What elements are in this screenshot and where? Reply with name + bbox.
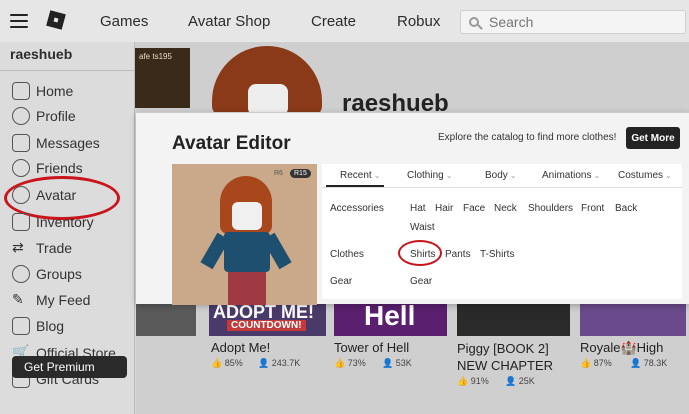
avatar-editor-title: Avatar Editor bbox=[172, 133, 291, 154]
blog-icon bbox=[12, 317, 30, 335]
chevron-down-icon: ⌄ bbox=[593, 171, 601, 180]
get-premium-button[interactable]: Get Premium bbox=[12, 356, 127, 378]
sidebar-username[interactable]: raeshueb bbox=[10, 46, 72, 62]
subcategory-gear[interactable]: Gear bbox=[410, 276, 432, 287]
avatar-torso bbox=[224, 232, 270, 272]
sidebar-item-blog[interactable]: Blog bbox=[12, 315, 64, 337]
tab-costumes[interactable]: Costumes ⌄ bbox=[618, 170, 672, 181]
sidebar-item-label: Inventory bbox=[36, 214, 94, 230]
sidebar-item-label: Profile bbox=[36, 108, 76, 124]
game-title[interactable]: Piggy [BOOK 2] NEW CHAPTER bbox=[457, 340, 575, 374]
game-title[interactable]: Royale🏰High bbox=[580, 340, 663, 356]
tab-recent[interactable]: Recent ⌄ bbox=[340, 170, 380, 181]
sidebar-item-trade[interactable]: ⇄ Trade bbox=[12, 237, 72, 259]
explore-catalog-text: Explore the catalog to find more clothes… bbox=[438, 132, 617, 143]
sidebar-item-label: Groups bbox=[36, 266, 82, 282]
profile-game-card[interactable]: afe ts195 bbox=[135, 48, 190, 108]
tab-divider bbox=[322, 187, 682, 188]
subcategory-pants[interactable]: Pants bbox=[445, 249, 471, 260]
sidebar-item-label: Avatar bbox=[36, 187, 77, 203]
nav-create[interactable]: Create bbox=[311, 13, 356, 30]
subcategory-front[interactable]: Front bbox=[581, 203, 604, 214]
category-clothes: Clothes bbox=[330, 249, 364, 260]
game-thumb-royale-high[interactable] bbox=[580, 304, 686, 336]
subcategory-hat[interactable]: Hat bbox=[410, 203, 426, 214]
nav-avatar-shop[interactable]: Avatar Shop bbox=[188, 13, 270, 30]
game-like-rating: 👍 91% bbox=[457, 376, 489, 386]
game-title[interactable]: Tower of Hell bbox=[334, 340, 409, 355]
roblox-logo-icon[interactable] bbox=[46, 10, 66, 30]
game-thumb-partial[interactable] bbox=[136, 304, 196, 336]
game-like-rating: 👍 87% bbox=[580, 358, 612, 368]
sidebar-item-profile[interactable]: Profile bbox=[12, 105, 76, 127]
sidebar-item-my-feed[interactable]: ✎ My Feed bbox=[12, 289, 90, 311]
game-player-count: 👤 25K bbox=[505, 376, 535, 386]
get-more-button[interactable]: Get More bbox=[626, 127, 680, 149]
tab-clothing[interactable]: Clothing ⌄ bbox=[407, 170, 452, 181]
catalog-panel: Recent ⌄ Clothing ⌄ Body ⌄ Animations ⌄ Cost… bbox=[322, 164, 682, 299]
groups-icon bbox=[12, 265, 30, 283]
game-player-count: 👤 78.3K bbox=[630, 358, 668, 368]
game-player-count: 👤 243.7K bbox=[258, 358, 301, 368]
game-thumb-piggy[interactable] bbox=[457, 304, 570, 336]
search-icon bbox=[469, 17, 479, 27]
sidebar-item-home[interactable]: Home bbox=[12, 80, 73, 102]
profile-icon bbox=[12, 107, 30, 125]
nav-games[interactable]: Games bbox=[100, 13, 148, 30]
game-player-count: 👤 53K bbox=[382, 358, 412, 368]
sidebar-item-label: Trade bbox=[36, 240, 73, 256]
nav-robux[interactable]: Robux bbox=[397, 13, 440, 30]
sidebar-item-groups[interactable]: Groups bbox=[12, 263, 82, 285]
messages-icon bbox=[12, 134, 30, 152]
chevron-down-icon: ⌄ bbox=[509, 171, 517, 180]
tab-body[interactable]: Body ⌄ bbox=[485, 170, 517, 181]
chevron-down-icon: ⌄ bbox=[665, 171, 672, 180]
avatar-legs bbox=[228, 272, 266, 305]
inventory-icon bbox=[12, 213, 30, 231]
game-title[interactable]: Adopt Me! bbox=[211, 340, 270, 355]
avatar-editor-panel: Avatar Editor Explore the catalog to fin… bbox=[136, 112, 689, 305]
subcategory-hair[interactable]: Hair bbox=[435, 203, 453, 214]
sidebar-item-inventory[interactable]: Inventory bbox=[12, 211, 94, 233]
subcategory-shoulders[interactable]: Shoulders bbox=[528, 203, 573, 214]
top-bar: Games Avatar Shop Create Robux bbox=[0, 0, 689, 42]
subcategory-face[interactable]: Face bbox=[463, 203, 485, 214]
avatar-icon bbox=[12, 186, 30, 204]
search-input[interactable] bbox=[489, 14, 669, 30]
chevron-down-icon: ⌄ bbox=[373, 171, 381, 180]
game-like-rating: 👍 85% bbox=[211, 358, 243, 368]
game-like-rating: 👍 73% bbox=[334, 358, 366, 368]
sidebar-item-avatar[interactable]: Avatar bbox=[3, 176, 121, 220]
sidebar-item-label: My Feed bbox=[36, 292, 91, 308]
chevron-down-icon: ⌄ bbox=[445, 171, 453, 180]
sidebar-item-label: Blog bbox=[36, 318, 65, 334]
category-gear: Gear bbox=[330, 276, 353, 287]
subcategory-shirts[interactable]: Shirts bbox=[410, 249, 436, 260]
sidebar-item-label: Friends bbox=[36, 160, 83, 176]
sidebar-item-label: Messages bbox=[36, 135, 100, 151]
r15-toggle[interactable]: R15 bbox=[290, 169, 311, 178]
sidebar-item-label: Home bbox=[36, 83, 74, 99]
feed-icon: ✎ bbox=[12, 291, 24, 307]
home-icon bbox=[12, 82, 30, 100]
sidebar-item-messages[interactable]: Messages bbox=[12, 132, 100, 154]
subcategory-neck[interactable]: Neck bbox=[494, 203, 517, 214]
r6-toggle[interactable]: R6 bbox=[274, 170, 283, 177]
subcategory-waist[interactable]: Waist bbox=[410, 222, 435, 233]
game-thumb-tower-of-hell[interactable]: Hell bbox=[334, 300, 447, 336]
tab-animations[interactable]: Animations ⌄ bbox=[542, 170, 600, 181]
sidebar-divider bbox=[0, 70, 135, 71]
game-thumb-adopt-me[interactable]: ADOPT ME! COUNTDOWN! bbox=[209, 302, 326, 336]
category-accessories: Accessories bbox=[330, 203, 384, 214]
avatar-head bbox=[232, 202, 262, 230]
subcategory-t-shirts[interactable]: T-Shirts bbox=[480, 249, 514, 260]
friends-icon bbox=[12, 159, 30, 177]
search-box[interactable] bbox=[460, 10, 686, 34]
trade-icon: ⇄ bbox=[12, 239, 24, 255]
subcategory-back[interactable]: Back bbox=[615, 203, 637, 214]
menu-icon[interactable] bbox=[10, 14, 28, 28]
avatar-preview[interactable]: R6 R15 bbox=[172, 164, 317, 305]
